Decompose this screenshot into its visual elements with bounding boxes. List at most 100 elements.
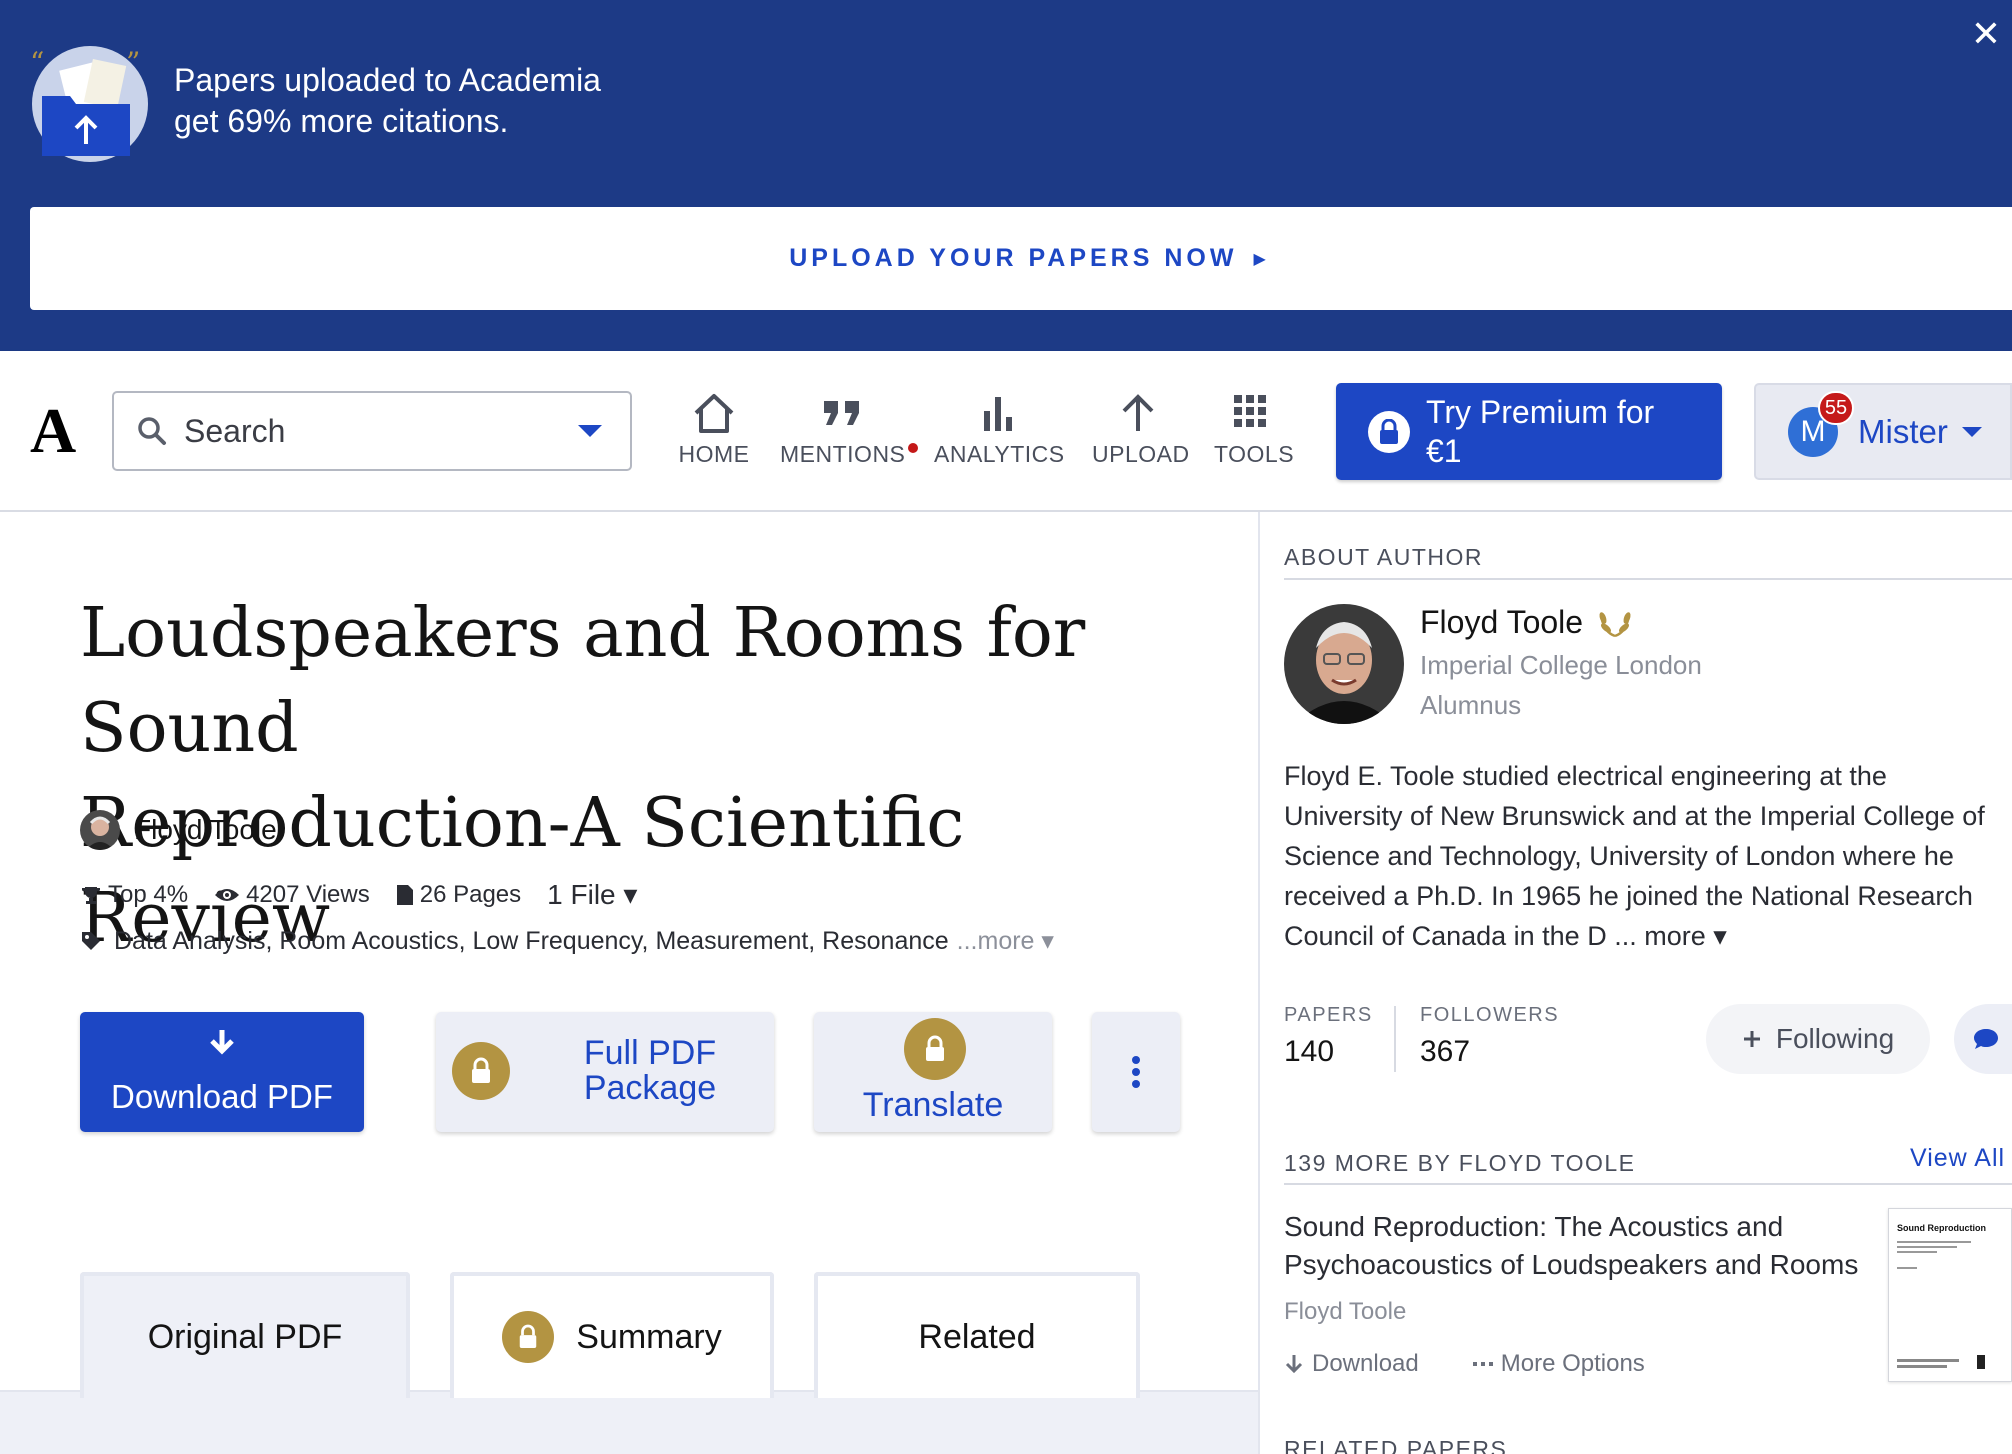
tags-list[interactable]: Data Analysis, Room Acoustics, Low Frequ…	[114, 927, 949, 956]
nav-mentions[interactable]: MENTIONS	[780, 391, 918, 481]
author-bio: Floyd E. Toole studied electrical engine…	[1284, 756, 2010, 956]
author-avatar	[80, 810, 120, 850]
full-pdf-label-line-1: Full PDF	[583, 1034, 717, 1072]
translate-button[interactable]: Translate	[814, 1012, 1052, 1132]
followers-stat-value: 367	[1420, 1035, 1471, 1068]
views-stat: 4207 Views	[214, 881, 370, 909]
related-download-link[interactable]: Download	[1284, 1350, 1419, 1378]
papers-stat: PAPERS 140	[1284, 1004, 1373, 1069]
svg-text:”: ”	[126, 46, 140, 79]
laurel-icon	[1599, 611, 1631, 637]
tags-more-link[interactable]: ...more ▾	[957, 926, 1054, 956]
tag-icon	[82, 932, 100, 950]
nav-mentions-label: MENTIONS	[780, 441, 906, 467]
avatar: M 55	[1788, 390, 1854, 457]
nav-tools-label: TOOLS	[1214, 441, 1295, 467]
divider	[1284, 1183, 2012, 1185]
paper-author[interactable]: Floyd Toole	[80, 810, 277, 850]
upload-papers-label: UPLOAD YOUR PAPERS NOW	[789, 244, 1238, 272]
paper-title-line-1: Loudspeakers and Rooms for Sound	[80, 594, 1086, 768]
tab-summary[interactable]: Summary	[450, 1272, 774, 1398]
notification-count-badge: 55	[1818, 390, 1854, 425]
search-input[interactable]: Search	[184, 413, 578, 450]
followers-stat-label: FOLLOWERS	[1420, 1004, 1560, 1026]
download-arrow-icon	[210, 1030, 234, 1055]
following-label: Following	[1775, 1023, 1895, 1054]
author-name-label: Floyd Toole	[1420, 604, 1584, 640]
tab-related-label: Related	[918, 1317, 1036, 1356]
lock-icon	[502, 1311, 555, 1363]
eye-icon	[215, 888, 240, 901]
full-pdf-package-button[interactable]: Full PDF Package	[436, 1012, 774, 1132]
pages-label: 26 Pages	[419, 880, 522, 908]
author-photo[interactable]	[1284, 604, 1404, 724]
bio-more-link[interactable]: more ▾	[1644, 921, 1727, 951]
nav-tools[interactable]: TOOLS	[1214, 391, 1294, 481]
related-paper-thumbnail[interactable]: Sound Reproduction	[1888, 1208, 2012, 1382]
more-by-author-heading: 139 MORE BY FLOYD TOOLE	[1284, 1150, 1636, 1176]
divider	[1394, 1006, 1396, 1072]
download-pdf-label: Download PDF	[111, 1078, 333, 1115]
author-name[interactable]: Floyd Toole	[1420, 604, 1635, 641]
tab-related[interactable]: Related	[814, 1272, 1140, 1398]
upload-arrow-icon	[1122, 394, 1154, 431]
nav-upload[interactable]: UPLOAD	[1092, 391, 1189, 481]
grid-icon	[1234, 395, 1266, 427]
divider	[1284, 578, 2012, 580]
kebab-menu-icon	[1132, 1056, 1140, 1088]
related-more-options-link[interactable]: More Options	[1472, 1350, 1645, 1378]
related-papers-heading: RELATED PAPERS	[1284, 1436, 1508, 1454]
ellipsis-icon	[1472, 1362, 1493, 1366]
tab-original-pdf-label: Original PDF	[147, 1317, 343, 1356]
document-icon	[396, 884, 413, 905]
rank-stat: Top 4%	[80, 881, 188, 909]
view-all-link[interactable]: View All	[1910, 1144, 2005, 1173]
affiliation-line-2: Alumnus	[1420, 690, 1522, 720]
following-button[interactable]: Following	[1706, 1004, 1930, 1074]
bar-chart-icon	[984, 397, 1012, 431]
paper-author-name: Floyd Toole	[134, 814, 277, 845]
chevron-down-icon[interactable]	[578, 425, 602, 437]
more-actions-button[interactable]	[1092, 1012, 1180, 1132]
try-premium-button[interactable]: Try Premium for €1	[1336, 383, 1722, 480]
paper-metadata: Top 4% 4207 Views 26 Pages 1 File ▾	[80, 878, 663, 911]
close-icon[interactable]: ✕	[1966, 14, 2006, 54]
author-affiliation: Imperial College London Alumnus	[1420, 645, 1702, 725]
banner-line-2: get 69% more citations.	[174, 103, 509, 139]
document-viewer-area	[0, 1390, 1258, 1454]
thumbnail-page-lines	[1897, 1241, 1985, 1369]
notification-dot	[908, 443, 918, 453]
academia-logo[interactable]: A	[30, 399, 76, 463]
user-name: Mister	[1858, 412, 1948, 450]
nav-home-label: HOME	[678, 441, 750, 467]
related-paper-author[interactable]: Floyd Toole	[1284, 1298, 1406, 1326]
followers-stat: FOLLOWERS 367	[1420, 1004, 1559, 1069]
files-dropdown[interactable]: 1 File ▾	[547, 878, 637, 911]
banner-line-1: Papers uploaded to Academia	[174, 62, 601, 98]
upload-papers-button[interactable]: UPLOAD YOUR PAPERS NOW ▶	[30, 207, 2012, 310]
nav-upload-label: UPLOAD	[1092, 441, 1190, 467]
nav-analytics[interactable]: ANALYTICS	[934, 391, 1064, 481]
lock-icon	[1368, 410, 1410, 453]
banner-message: Papers uploaded to Academia get 69% more…	[174, 60, 601, 142]
related-paper-actions: Download More Options	[1284, 1350, 1699, 1378]
premium-label: Try Premium for €1	[1426, 393, 1655, 469]
caret-right-icon: ▶	[1253, 250, 1266, 268]
folder-upload-icon: “ ”	[28, 44, 152, 164]
lock-icon	[452, 1042, 510, 1100]
svg-text:“: “	[30, 46, 44, 79]
search-box[interactable]: Search	[112, 391, 632, 471]
nav-home[interactable]: HOME	[678, 391, 750, 481]
tab-summary-label: Summary	[576, 1317, 722, 1356]
related-more-options-label: More Options	[1500, 1350, 1645, 1377]
user-menu[interactable]: M 55 Mister	[1754, 383, 2012, 480]
tab-original-pdf[interactable]: Original PDF	[80, 1272, 410, 1398]
quote-icon	[824, 401, 859, 425]
paper-tags: Data Analysis, Room Acoustics, Low Frequ…	[80, 926, 1054, 956]
related-paper-title[interactable]: Sound Reproduction: The Acoustics and Ps…	[1284, 1208, 1874, 1284]
top-navigation: A Search HOME MENTIONS ANALYTICS UPLOAD …	[0, 351, 2012, 512]
pages-stat: 26 Pages	[396, 881, 521, 909]
download-pdf-button[interactable]: Download PDF	[80, 1012, 364, 1132]
trophy-icon	[82, 886, 100, 904]
lock-icon	[904, 1018, 966, 1080]
